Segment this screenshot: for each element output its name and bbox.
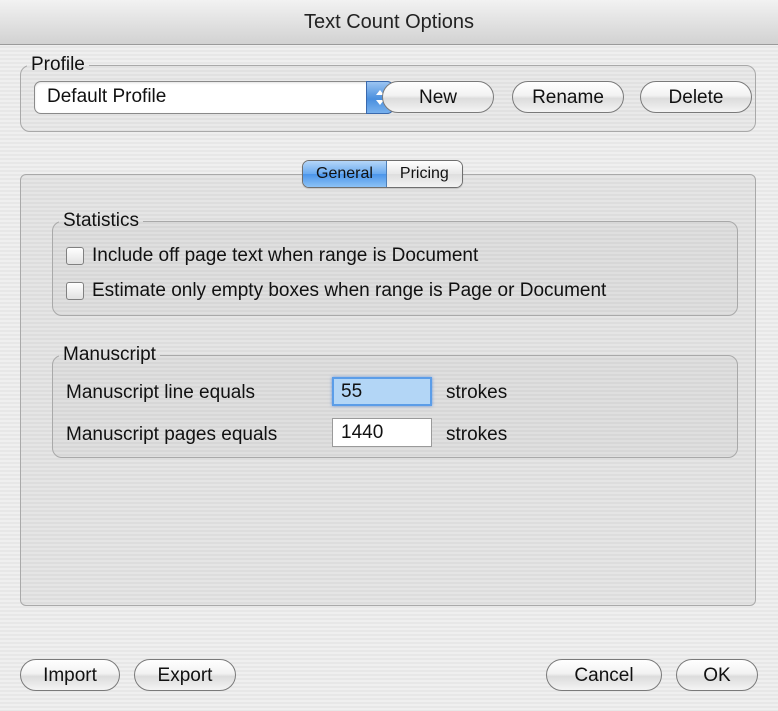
profile-select-value: Default Profile bbox=[47, 86, 167, 107]
estimate-empty-boxes-label: Estimate only empty boxes when range is … bbox=[92, 280, 607, 301]
manuscript-pages-unit: strokes bbox=[446, 424, 508, 445]
include-off-page-option[interactable]: Include off page text when range is Docu… bbox=[66, 245, 478, 267]
include-off-page-checkbox[interactable] bbox=[66, 247, 84, 265]
rename-profile-button[interactable]: Rename bbox=[512, 81, 624, 113]
manuscript-line-label: Manuscript line equals bbox=[66, 382, 256, 403]
delete-profile-button[interactable]: Delete bbox=[640, 81, 752, 113]
manuscript-pages-label: Manuscript pages equals bbox=[66, 424, 278, 445]
manuscript-line-field[interactable]: 55 bbox=[332, 377, 432, 406]
import-button[interactable]: Import bbox=[20, 659, 120, 691]
manuscript-legend: Manuscript bbox=[63, 344, 156, 365]
cancel-button[interactable]: Cancel bbox=[546, 659, 662, 691]
ok-button[interactable]: OK bbox=[676, 659, 758, 691]
tab-pricing[interactable]: Pricing bbox=[386, 161, 462, 187]
manuscript-line-unit: strokes bbox=[446, 382, 508, 403]
profile-legend: Profile bbox=[31, 54, 85, 75]
estimate-empty-boxes-checkbox[interactable] bbox=[66, 282, 84, 300]
tab-general[interactable]: General bbox=[303, 161, 387, 187]
tab-bar: General Pricing bbox=[302, 160, 463, 188]
profile-select[interactable]: Default Profile bbox=[34, 81, 394, 114]
estimate-empty-boxes-option[interactable]: Estimate only empty boxes when range is … bbox=[66, 280, 606, 302]
manuscript-pages-field[interactable]: 1440 bbox=[332, 418, 432, 447]
export-button[interactable]: Export bbox=[134, 659, 236, 691]
include-off-page-label: Include off page text when range is Docu… bbox=[92, 245, 479, 266]
window-title: Text Count Options bbox=[0, 0, 778, 45]
new-profile-button[interactable]: New bbox=[382, 81, 494, 113]
statistics-legend: Statistics bbox=[63, 210, 140, 231]
